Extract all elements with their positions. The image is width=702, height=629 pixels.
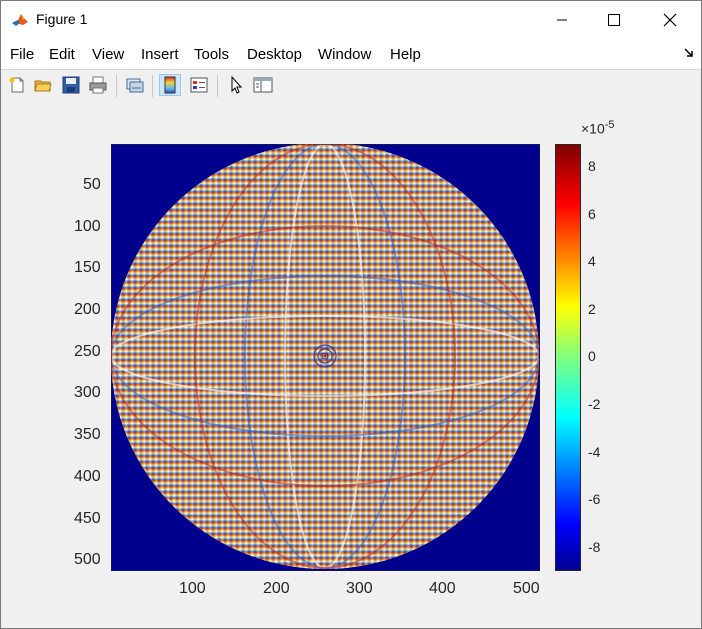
matlab-logo-icon <box>11 11 29 29</box>
menu-edit[interactable]: Edit <box>49 46 75 63</box>
property-inspector-icon <box>253 77 273 93</box>
y-tick-label: 100 <box>74 218 101 235</box>
x-tick-label: 500 <box>513 580 540 597</box>
title-bar: Figure 1 <box>1 1 701 39</box>
print-icon <box>89 76 107 94</box>
menu-window[interactable]: Window <box>318 46 371 63</box>
y-tick-label: 50 <box>83 176 101 193</box>
pointer-arrow-icon <box>231 76 243 94</box>
figure-window: Figure 1 File Edit View Insert Tools Des… <box>0 0 702 629</box>
y-tick-label: 450 <box>74 510 101 527</box>
minimize-button[interactable] <box>539 1 585 39</box>
menu-file[interactable]: File <box>10 46 34 63</box>
figure-toolbar <box>1 69 701 103</box>
dock-arrow-icon[interactable] <box>683 47 695 59</box>
close-button[interactable] <box>647 1 693 39</box>
y-tick-label: 200 <box>74 301 101 318</box>
colorbar-tick-label: 6 <box>588 206 596 222</box>
colorbar-tick-label: 4 <box>588 253 596 269</box>
property-inspector-button[interactable] <box>252 74 274 96</box>
colorbar-tick-label: 2 <box>588 301 596 317</box>
colorbar-tick-label: 8 <box>588 158 596 174</box>
colorbar[interactable] <box>555 144 581 571</box>
y-tick-label: 250 <box>74 343 101 360</box>
insert-legend-button[interactable] <box>188 74 210 96</box>
insert-colorbar-icon <box>164 76 176 94</box>
y-tick-label: 300 <box>74 384 101 401</box>
new-figure-icon <box>9 77 24 93</box>
exponent-power: -5 <box>604 119 615 131</box>
x-tick-label: 100 <box>179 580 206 597</box>
y-tick-label: 400 <box>74 468 101 485</box>
menu-tools[interactable]: Tools <box>194 46 229 63</box>
toolbar-separator <box>152 75 153 97</box>
toolbar-separator <box>116 75 117 97</box>
menu-help[interactable]: Help <box>390 46 421 63</box>
insert-legend-icon <box>190 77 208 93</box>
y-tick-label: 150 <box>74 259 101 276</box>
menu-bar: File Edit View Insert Tools Desktop Wind… <box>1 39 701 69</box>
minimize-icon <box>557 19 567 21</box>
aperture-disc <box>111 144 539 569</box>
maximize-icon <box>608 14 620 26</box>
maximize-button[interactable] <box>591 1 637 39</box>
x-tick-label: 200 <box>263 580 290 597</box>
y-tick-label: 500 <box>74 551 101 568</box>
menu-desktop[interactable]: Desktop <box>247 46 302 63</box>
print-button[interactable] <box>87 74 109 96</box>
new-figure-button[interactable] <box>6 74 28 96</box>
figure-canvas: 50 100 150 200 250 300 350 400 450 500 1… <box>1 102 701 628</box>
y-tick-label: 350 <box>74 426 101 443</box>
colorbar-tick-label: -6 <box>588 491 601 507</box>
close-icon <box>663 13 677 27</box>
colorbar-tick-label: -4 <box>588 444 601 460</box>
insert-colorbar-button[interactable] <box>159 74 181 96</box>
link-plot-button[interactable] <box>124 74 146 96</box>
colorbar-exponent: ×10-5 <box>581 119 615 137</box>
menu-insert[interactable]: Insert <box>141 46 179 63</box>
colorbar-tick-label: -8 <box>588 539 601 555</box>
save-button[interactable] <box>60 74 82 96</box>
x-tick-label: 400 <box>429 580 456 597</box>
edit-plot-button[interactable] <box>225 74 247 96</box>
colorbar-tick-label: -2 <box>588 396 601 412</box>
open-file-button[interactable] <box>32 74 54 96</box>
exponent-base: ×10 <box>581 120 605 137</box>
x-tick-label: 300 <box>346 580 373 597</box>
window-title: Figure 1 <box>36 11 88 27</box>
open-file-icon <box>34 80 52 92</box>
colorbar-tick-label: 0 <box>588 348 596 364</box>
link-plot-icon <box>126 78 144 93</box>
menu-view[interactable]: View <box>92 46 124 63</box>
image-plot[interactable] <box>111 144 540 571</box>
toolbar-separator <box>217 75 218 97</box>
save-icon <box>62 76 80 94</box>
